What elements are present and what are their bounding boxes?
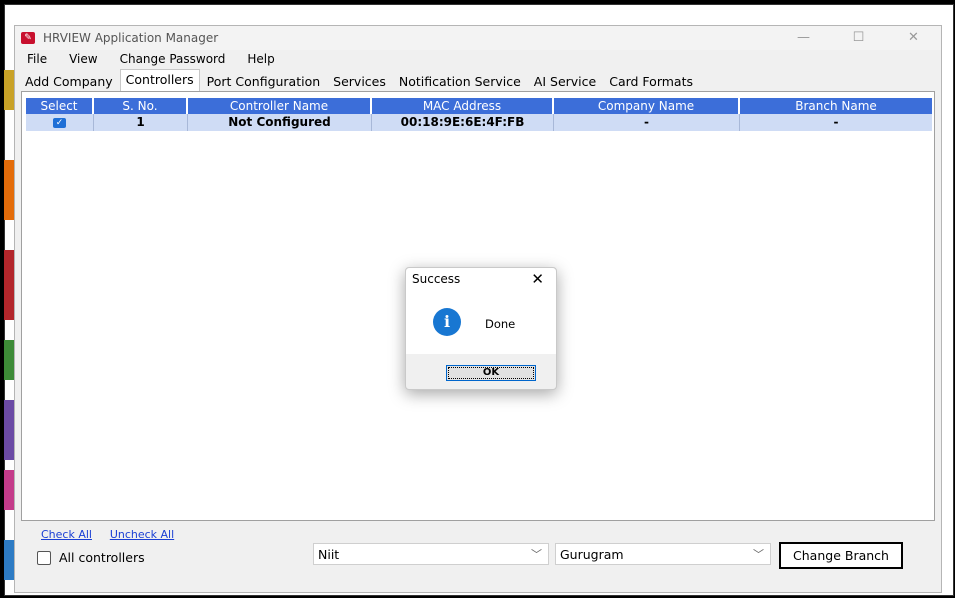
col-branch-name[interactable]: Branch Name [740, 98, 932, 114]
dialog-title-bar: Success ✕ [406, 268, 556, 291]
close-icon[interactable]: ✕ [531, 270, 544, 288]
row-branch-name: - [833, 115, 839, 129]
company-select-value: Niit [318, 547, 340, 562]
title-bar: ✎ HRVIEW Application Manager — ☐ ✕ [15, 26, 941, 50]
menu-change-password[interactable]: Change Password [120, 52, 226, 66]
menu-view[interactable]: View [69, 52, 97, 66]
row-select-cell[interactable]: ✓ [26, 114, 94, 131]
all-controllers-checkbox[interactable] [37, 550, 51, 565]
check-links: Check All Uncheck All [41, 527, 188, 541]
chevron-down-icon[interactable]: ﹀ [753, 544, 764, 566]
uncheck-all-link[interactable]: Uncheck All [110, 528, 174, 541]
col-mac-address[interactable]: MAC Address [372, 98, 554, 114]
row-mac-address: 00:18:9E:6E:4F:FB [372, 114, 554, 131]
col-sno[interactable]: S. No. [94, 98, 188, 114]
col-company-name[interactable]: Company Name [554, 98, 740, 114]
change-branch-button[interactable]: Change Branch [779, 542, 903, 569]
close-window-button[interactable]: ✕ [886, 26, 941, 50]
menu-help[interactable]: Help [247, 52, 274, 66]
menu-bar: File View Change Password Help [15, 50, 941, 68]
row-sno: 1 [94, 114, 188, 131]
col-controller-name[interactable]: Controller Name [188, 98, 372, 114]
grid-header: Select S. No. Controller Name MAC Addres… [26, 98, 932, 114]
col-select[interactable]: Select [26, 98, 94, 114]
maximize-button[interactable]: ☐ [831, 26, 886, 50]
minimize-button[interactable]: — [776, 26, 831, 50]
dialog-title: Success [412, 272, 461, 286]
chevron-down-icon[interactable]: ﹀ [531, 544, 542, 566]
dialog-message: Done [485, 317, 516, 331]
tab-services[interactable]: Services [327, 71, 392, 91]
tab-add-company[interactable]: Add Company [19, 71, 119, 91]
app-logo-icon: ✎ [21, 32, 35, 44]
tab-strip: Add Company Controllers Port Configurati… [19, 69, 700, 91]
tab-port-configuration[interactable]: Port Configuration [200, 71, 327, 91]
tab-notification-service[interactable]: Notification Service [392, 71, 527, 91]
dialog-body: i Done [406, 290, 556, 354]
row-controller-name: Not Configured [188, 114, 372, 131]
check-all-link[interactable]: Check All [41, 528, 92, 541]
row-company-name: - [554, 114, 740, 131]
row-checkbox-checked-icon[interactable]: ✓ [53, 117, 66, 128]
all-controllers-label: All controllers [59, 550, 145, 565]
all-controllers-option[interactable]: All controllers [37, 550, 145, 565]
tab-card-formats[interactable]: Card Formats [603, 71, 699, 91]
menu-file[interactable]: File [27, 52, 47, 66]
info-icon: i [433, 308, 461, 336]
table-row[interactable]: ✓ 1 Not Configured 00:18:9E:6E:4F:FB - - [26, 114, 932, 131]
ok-button[interactable]: OK [446, 365, 536, 381]
desktop-background-strip [4, 70, 14, 590]
tab-controllers[interactable]: Controllers [119, 69, 200, 91]
window-title: HRVIEW Application Manager [43, 31, 219, 45]
company-select[interactable]: Niit ﹀ [313, 543, 549, 565]
window-controls: — ☐ ✕ [776, 26, 941, 50]
success-dialog: Success ✕ i Done OK [405, 267, 557, 390]
branch-select[interactable]: Gurugram ﹀ [555, 543, 771, 565]
tab-ai-service[interactable]: AI Service [527, 71, 603, 91]
branch-select-value: Gurugram [560, 547, 624, 562]
